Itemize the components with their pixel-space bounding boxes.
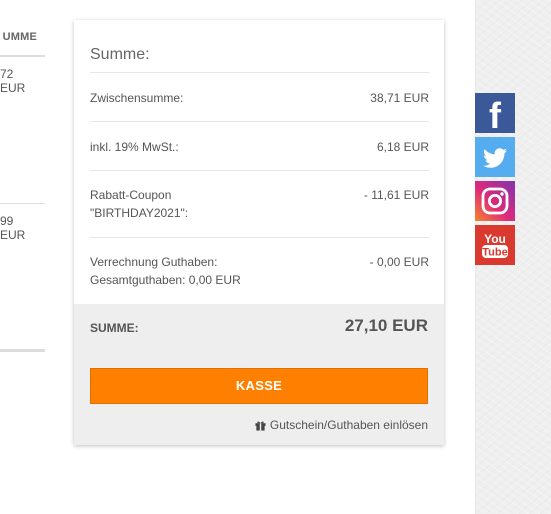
facebook-glyph: f <box>489 95 502 133</box>
credit-value: - 0,00 EUR <box>369 255 429 269</box>
checkout-button[interactable]: KASSE <box>90 368 428 404</box>
youtube-glyph-line1: You <box>484 232 506 246</box>
credit-row: Verrechnung Guthaben: Gesamtguthaben: 0,… <box>90 237 429 305</box>
youtube-icon: You Tube <box>475 225 515 265</box>
credit-label: Verrechnung Guthaben: <box>90 255 218 269</box>
coupon-label: Rabatt-Coupon <box>90 188 172 202</box>
facebook-icon: f <box>475 93 515 133</box>
subtotal-value: 38,71 EUR <box>370 91 429 105</box>
vat-value: 6,18 EUR <box>376 140 429 154</box>
youtube-glyph-line2: Tube <box>482 247 507 259</box>
cart-row-amount: 99 EUR <box>0 214 26 242</box>
twitter-button[interactable] <box>475 137 515 177</box>
twitter-icon <box>475 137 515 177</box>
coupon-code: "BIRTHDAY2021": <box>90 206 189 220</box>
summary-title: Summe: <box>90 46 150 63</box>
redeem-voucher-link[interactable]: Gutschein/Guthaben einlösen <box>255 418 428 432</box>
coupon-row: Rabatt-Coupon "BIRTHDAY2021": - 11,61 EU… <box>90 170 429 238</box>
facebook-button[interactable]: f <box>475 93 515 133</box>
vat-row: inkl. 19% MwSt.: 6,18 EUR <box>90 121 429 171</box>
cart-table-fragment: UMME 72 EUR 99 EUR <box>0 0 45 360</box>
row-divider <box>0 203 45 204</box>
subtotal-row: Zwischensumme: 38,71 EUR <box>90 72 429 122</box>
total-credit-label: Gesamtguthaben: 0,00 EUR <box>90 273 241 287</box>
vat-label: inkl. 19% MwSt.: <box>90 140 179 154</box>
total-value: 27,10 EUR <box>344 316 428 335</box>
cart-row-amount: 72 EUR <box>0 67 26 95</box>
summary-footer: SUMME: 27,10 EUR KASSE Gutschein/Guthabe… <box>74 304 444 445</box>
total-label: SUMME: <box>90 321 139 335</box>
gift-icon <box>255 420 266 431</box>
instagram-button[interactable] <box>475 181 515 221</box>
instagram-icon <box>475 181 515 221</box>
column-header-summe: UMME <box>0 31 45 57</box>
youtube-button[interactable]: You Tube <box>475 225 515 265</box>
coupon-value: - 11,61 EUR <box>363 188 429 202</box>
redeem-voucher-label: Gutschein/Guthaben einlösen <box>269 418 428 432</box>
order-summary-card: Summe: Zwischensumme: 38,71 EUR inkl. 19… <box>74 20 444 445</box>
table-bottom-divider <box>0 349 45 352</box>
subtotal-label: Zwischensumme: <box>90 91 184 105</box>
